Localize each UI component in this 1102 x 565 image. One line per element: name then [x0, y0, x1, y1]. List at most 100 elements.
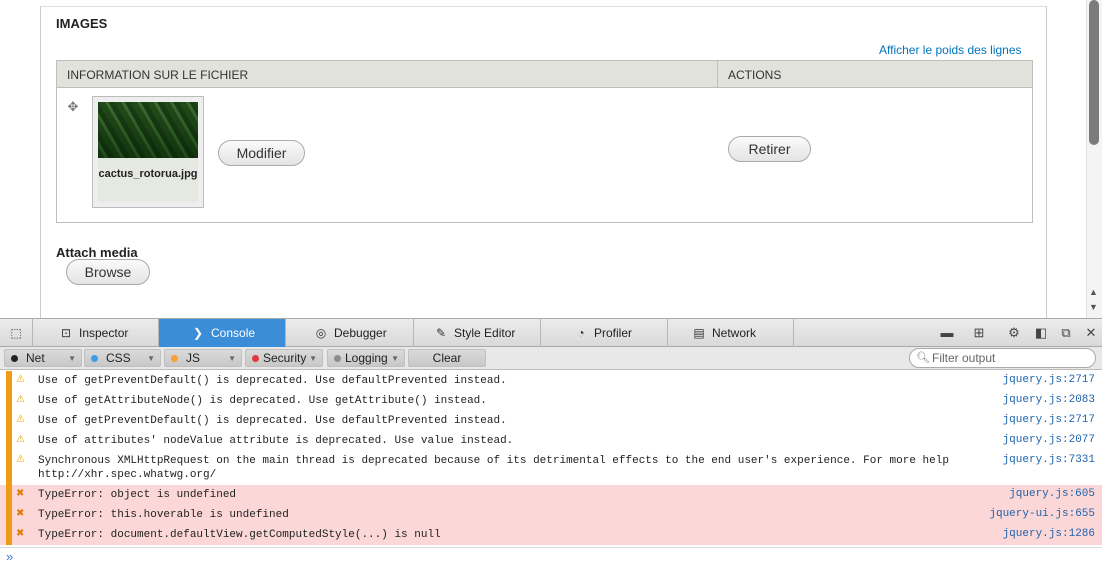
- thumbnail-image: [98, 102, 198, 158]
- scrollbar-thumb[interactable]: [1089, 0, 1099, 145]
- dock-side-icon[interactable]: ◧: [1033, 325, 1049, 341]
- drag-handle-icon[interactable]: ✥: [66, 100, 80, 114]
- remove-button[interactable]: Retirer: [728, 136, 811, 162]
- filter-security-button[interactable]: Security ▼: [245, 349, 323, 367]
- element-picker-button[interactable]: ⬚: [0, 319, 33, 347]
- message-text: Use of attributes' nodeValue attribute i…: [38, 435, 514, 447]
- console-icon: ❯: [192, 326, 204, 340]
- message-text: TypeError: this.hoverable is undefined: [38, 509, 289, 521]
- filter-label: Net: [26, 351, 45, 365]
- message-text: Use of getPreventDefault() is deprecated…: [38, 415, 507, 427]
- prompt-chevron-icon: »: [6, 549, 14, 564]
- column-header-file-info: INFORMATION SUR LE FICHIER: [67, 68, 249, 82]
- filter-js-button[interactable]: JS ▼: [164, 349, 242, 367]
- attach-media-label: Attach media: [56, 245, 138, 260]
- chevron-down-icon: ▼: [147, 354, 155, 363]
- source-link[interactable]: jquery.js:1286: [1003, 528, 1095, 540]
- warning-icon: ⚠: [16, 414, 25, 425]
- severity-bar: [6, 505, 12, 525]
- column-header-actions: ACTIONS: [728, 68, 782, 82]
- table-header: INFORMATION SUR LE FICHIER ACTIONS: [57, 61, 1032, 88]
- search-icon: 🔍︎: [916, 352, 930, 364]
- debugger-icon: ◎: [315, 326, 327, 340]
- filter-logging-button[interactable]: Logging ▼: [327, 349, 405, 367]
- responsive-mode-icon[interactable]: ⊞: [971, 325, 987, 341]
- tab-network[interactable]: ▤ Network: [668, 319, 794, 347]
- console-message-row: ⚠ Use of getPreventDefault() is deprecate…: [0, 411, 1102, 431]
- file-name: cactus_rotorua.jpg: [98, 158, 198, 202]
- warning-icon: ⚠: [16, 374, 25, 385]
- filter-label: Security: [263, 351, 307, 365]
- show-row-weights-link[interactable]: Afficher le poids des lignes: [879, 43, 1022, 57]
- scroll-down-icon[interactable]: ▼: [1089, 302, 1098, 312]
- severity-bar: [6, 485, 12, 505]
- tab-label: Inspector: [79, 326, 129, 340]
- chevron-down-icon: ▼: [228, 354, 236, 363]
- tab-style-editor[interactable]: ✎ Style Editor: [414, 319, 541, 347]
- warning-icon: ⚠: [16, 434, 25, 445]
- scroll-up-icon[interactable]: ▲: [1089, 287, 1098, 297]
- severity-bar: [6, 411, 12, 431]
- source-link[interactable]: jquery.js:605: [1009, 488, 1095, 500]
- page-content: IMAGES Afficher le poids des lignes INFO…: [0, 0, 1102, 318]
- net-dot-icon: [11, 355, 18, 362]
- tab-label: Console: [211, 326, 256, 340]
- filter-output-field[interactable]: 🔍︎: [909, 348, 1096, 368]
- chevron-down-icon: ▼: [309, 354, 317, 363]
- tab-label: Style Editor: [454, 326, 516, 340]
- message-text: TypeError: document.defaultView.getCompu…: [38, 529, 441, 541]
- js-dot-icon: [171, 355, 178, 362]
- tab-inspector[interactable]: ⊡ Inspector: [33, 319, 159, 347]
- message-text: TypeError: object is undefined: [38, 489, 237, 501]
- settings-gear-icon[interactable]: ⚙: [1006, 325, 1022, 341]
- console-message-row: ✖ TypeError: document.defaultView.getComp…: [0, 525, 1102, 545]
- source-link[interactable]: jquery-ui.js:655: [989, 508, 1095, 520]
- tab-label: Debugger: [334, 326, 387, 340]
- console-input-line[interactable]: »: [0, 547, 1102, 565]
- tab-debugger[interactable]: ◎ Debugger: [286, 319, 414, 347]
- error-icon: ✖: [16, 508, 25, 519]
- console-message-row: ⚠ Use of getAttributeNode() is deprecated…: [0, 391, 1102, 411]
- column-divider: [717, 61, 718, 88]
- severity-bar: [6, 371, 12, 391]
- split-console-icon[interactable]: ▬: [939, 325, 955, 340]
- console-message-row: ⚠ Use of getPreventDefault() is deprecate…: [0, 371, 1102, 391]
- console-message-row: ✖ TypeError: this.hoverable is undefined j…: [0, 505, 1102, 525]
- file-thumbnail[interactable]: cactus_rotorua.jpg: [92, 96, 204, 208]
- style-editor-icon: ✎: [435, 326, 447, 340]
- message-text: Use of getAttributeNode() is deprecated.…: [38, 395, 487, 407]
- filter-label: Logging: [345, 351, 388, 365]
- warning-icon: ⚠: [16, 454, 25, 465]
- filter-output-input[interactable]: [932, 351, 1082, 365]
- console-message-row: ⚠ Use of attributes' nodeValue attribute …: [0, 431, 1102, 451]
- modify-button[interactable]: Modifier: [218, 140, 305, 166]
- css-dot-icon: [91, 355, 98, 362]
- console-message-row: ✖ TypeError: object is undefined jquery.js…: [0, 485, 1102, 505]
- source-link[interactable]: jquery.js:2077: [1003, 434, 1095, 446]
- tab-profiler[interactable]: ◔ Profiler: [541, 319, 668, 347]
- severity-bar: [6, 525, 12, 545]
- source-link[interactable]: jquery.js:2717: [1003, 414, 1095, 426]
- source-link[interactable]: jquery.js:2083: [1003, 394, 1095, 406]
- tab-console[interactable]: ❯ Console: [159, 319, 286, 347]
- undock-window-icon[interactable]: ⧉: [1058, 325, 1074, 341]
- filter-css-button[interactable]: CSS ▼: [84, 349, 161, 367]
- devtools-toolbar: ⬚ ⊡ Inspector ❯ Console ◎ Debugger ✎ Style E…: [0, 318, 1102, 347]
- message-text: Synchronous XMLHttpRequest on the main t…: [38, 455, 949, 481]
- source-link[interactable]: jquery.js:2717: [1003, 374, 1095, 386]
- inspector-icon: ⊡: [60, 326, 72, 340]
- tab-label: Profiler: [594, 326, 633, 340]
- source-link[interactable]: jquery.js:7331: [1003, 454, 1095, 466]
- warning-icon: ⚠: [16, 394, 25, 405]
- clear-button[interactable]: Clear: [408, 349, 486, 367]
- network-icon: ▤: [693, 326, 705, 340]
- chevron-down-icon: ▼: [391, 354, 399, 363]
- close-icon[interactable]: ✕: [1083, 325, 1099, 341]
- filter-label: CSS: [106, 351, 131, 365]
- browse-button[interactable]: Browse: [66, 259, 150, 285]
- tab-label: Network: [712, 326, 757, 340]
- devtools-panel: ⬚ ⊡ Inspector ❯ Console ◎ Debugger ✎ Style E…: [0, 318, 1102, 565]
- element-picker-icon: ⬚: [10, 326, 22, 340]
- filter-net-button[interactable]: Net ▼: [4, 349, 82, 367]
- chevron-down-icon: ▼: [68, 354, 76, 363]
